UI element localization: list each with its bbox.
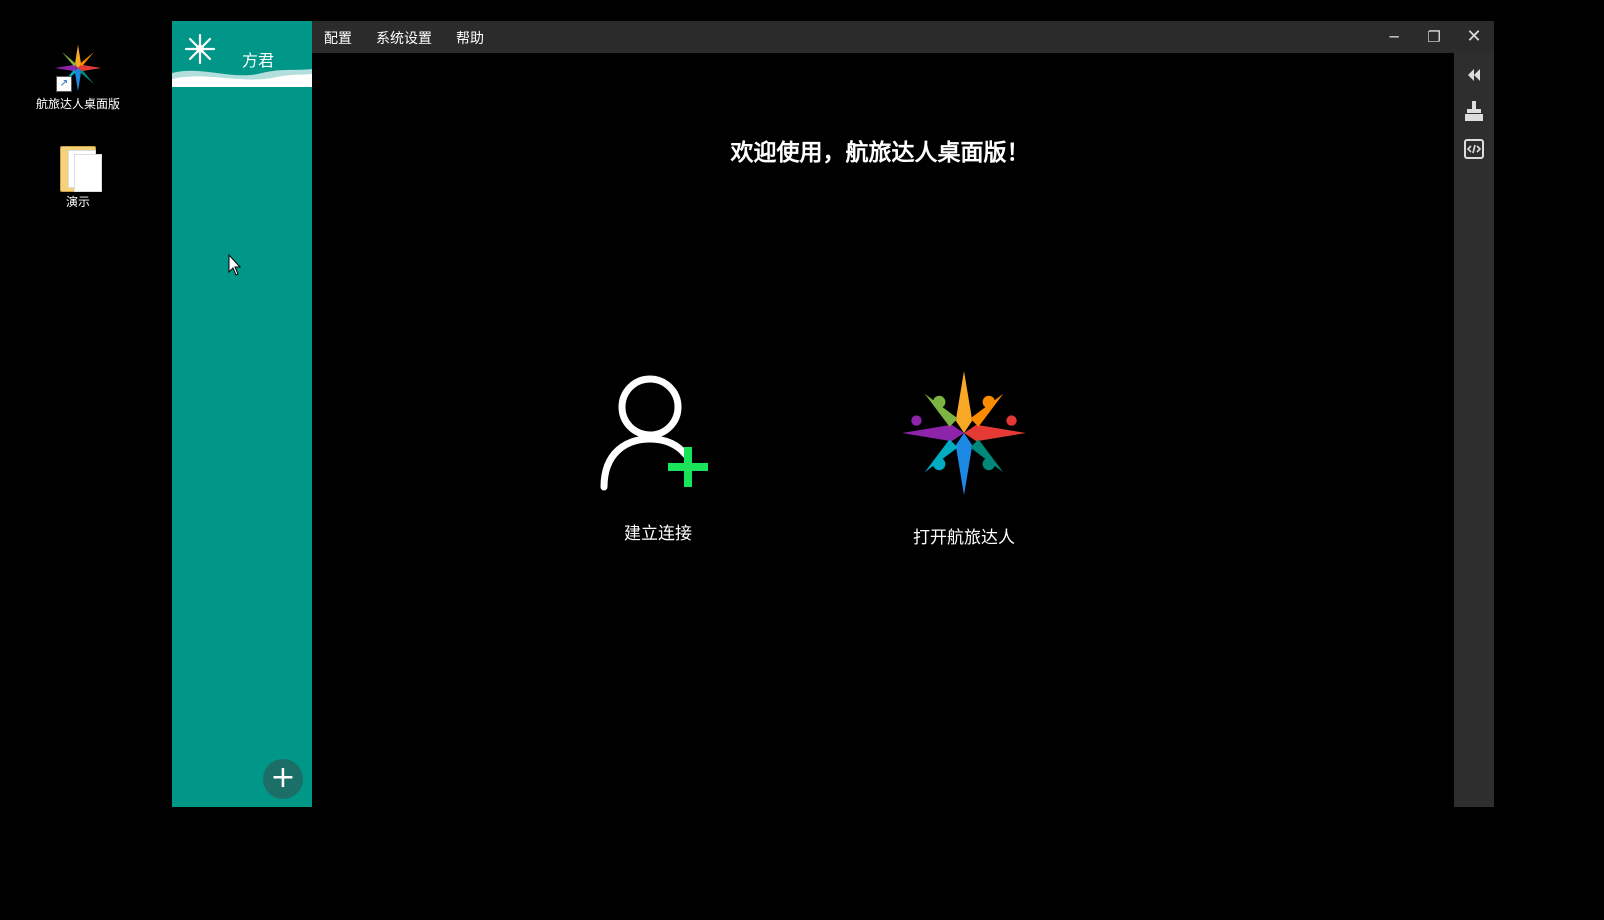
right-toolbar bbox=[1454, 53, 1494, 807]
connect-action[interactable]: 建立连接 bbox=[573, 371, 743, 544]
open-app-label: 打开航旅达人 bbox=[913, 528, 1015, 548]
main-content: 欢迎使用，航旅达人桌面版！ 建立连接 打开航旅达人 bbox=[312, 53, 1448, 807]
code-icon[interactable] bbox=[1462, 137, 1486, 161]
menu-config[interactable]: 配置 bbox=[324, 28, 352, 48]
mouse-cursor-icon bbox=[228, 254, 242, 276]
desktop-icon-label: 航旅达人桌面版 bbox=[36, 97, 121, 111]
minimize-button[interactable]: ─ bbox=[1374, 21, 1414, 53]
app-window: 方君 + 配置 系统设置 帮助 ─ ❐ ✕ 欢迎使用，航旅达人桌面版！ 建立连接 bbox=[172, 21, 1494, 807]
folder-icon bbox=[54, 142, 102, 192]
connect-label: 建立连接 bbox=[624, 524, 692, 544]
title-bar: 配置 系统设置 帮助 ─ ❐ ✕ bbox=[312, 21, 1494, 53]
app-logo-icon bbox=[902, 371, 1026, 495]
close-button[interactable]: ✕ bbox=[1454, 21, 1494, 53]
desktop-icon-app[interactable]: ↗ 航旅达人桌面版 bbox=[36, 44, 120, 112]
header-wave-decoration bbox=[172, 69, 312, 87]
sidebar-header: 方君 bbox=[172, 21, 312, 87]
add-connection-button[interactable]: + bbox=[263, 759, 303, 799]
clean-brush-icon[interactable] bbox=[1462, 99, 1486, 123]
desktop-icon-folder[interactable]: 演示 bbox=[36, 142, 120, 210]
open-app-action[interactable]: 打开航旅达人 bbox=[879, 371, 1049, 548]
welcome-title: 欢迎使用，航旅达人桌面版！ bbox=[730, 140, 1030, 166]
add-user-icon bbox=[600, 375, 708, 491]
collapse-left-icon[interactable] bbox=[1462, 63, 1486, 87]
menu-help[interactable]: 帮助 bbox=[456, 28, 484, 48]
restore-button[interactable]: ❐ bbox=[1414, 21, 1454, 53]
sidebar: 方君 + bbox=[172, 21, 312, 807]
app-logo-icon: ↗ bbox=[54, 44, 102, 92]
desktop-icon-label: 演示 bbox=[65, 195, 90, 209]
menu-system-settings[interactable]: 系统设置 bbox=[376, 28, 432, 48]
brand-snowflake-icon bbox=[184, 33, 216, 65]
shortcut-arrow-icon: ↗ bbox=[56, 76, 72, 92]
